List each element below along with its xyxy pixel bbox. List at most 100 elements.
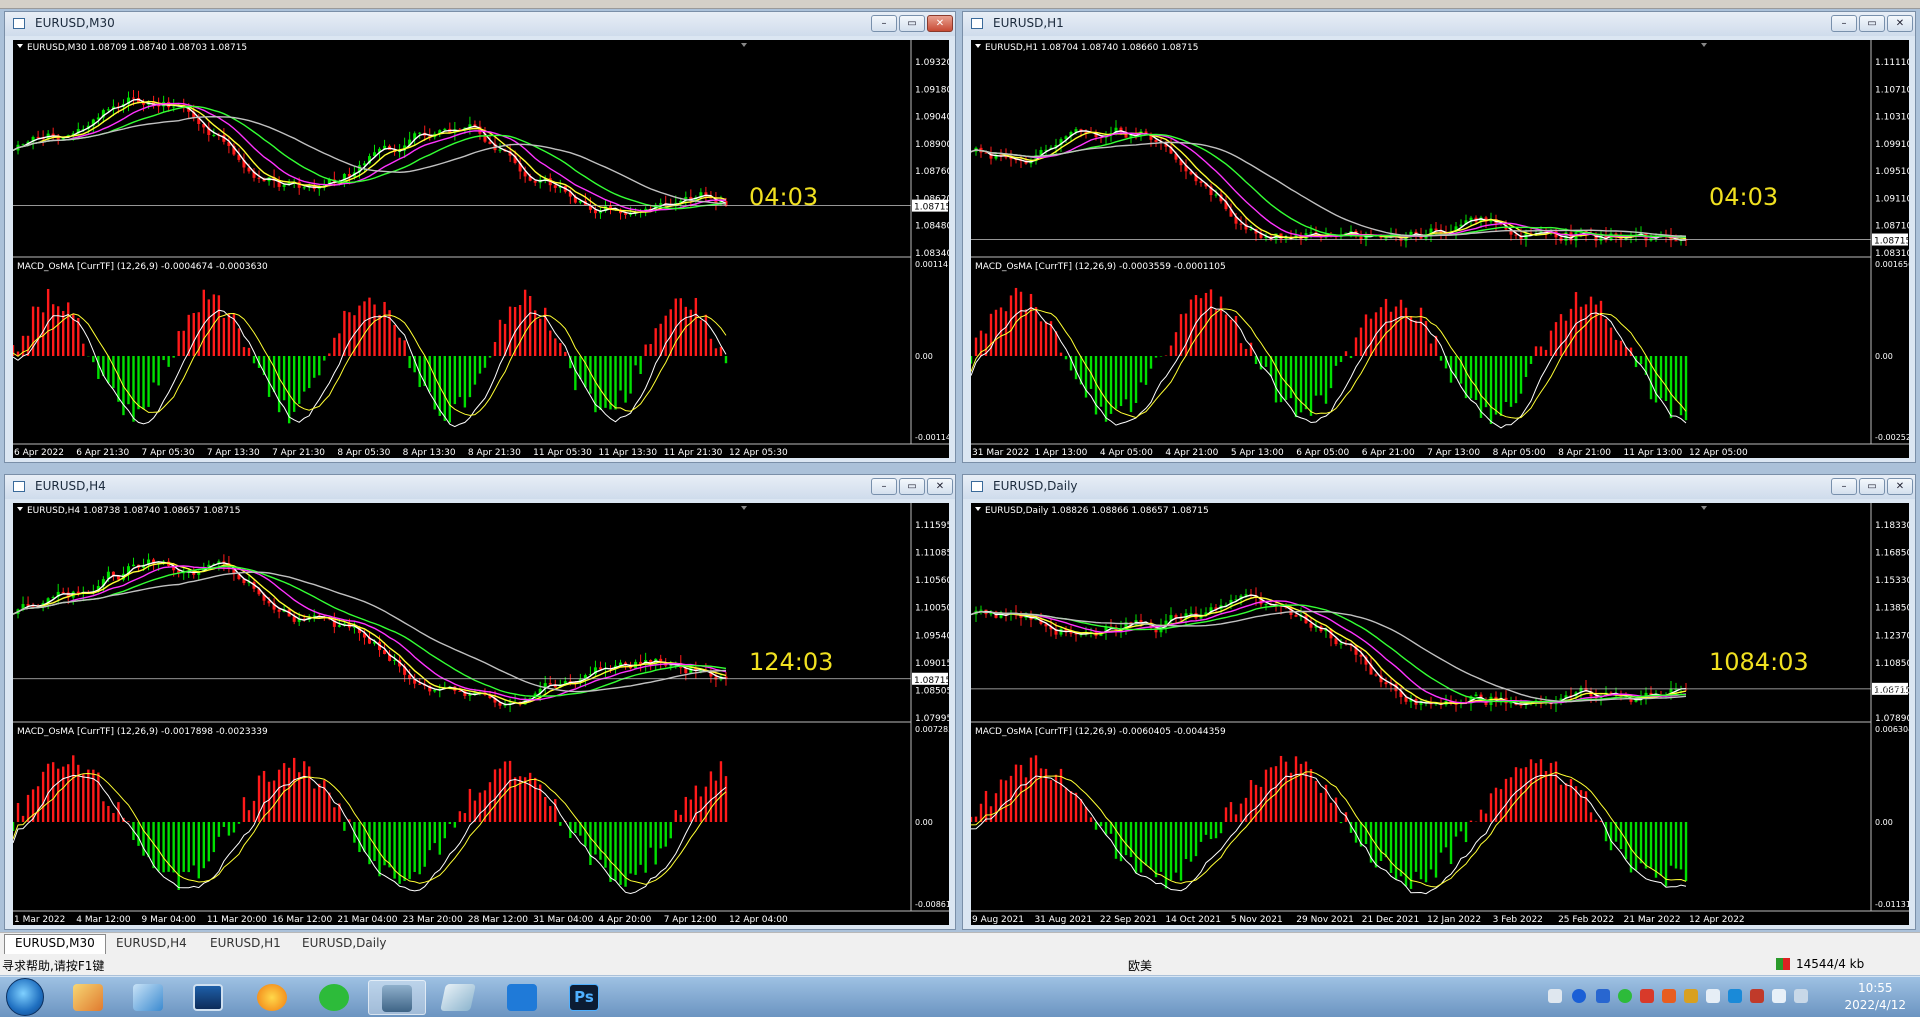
network-app-icon[interactable] (1596, 989, 1610, 1003)
macd-bar (217, 822, 221, 837)
taskbar-desktop-button[interactable] (180, 980, 238, 1015)
network-signal-icon[interactable] (1794, 989, 1808, 1003)
minimize-button[interactable]: – (871, 478, 897, 495)
taskbar-explorer-button[interactable] (120, 980, 178, 1015)
macd-bar (1499, 789, 1503, 822)
macd-bar (56, 306, 60, 356)
macd-bar (1584, 304, 1588, 356)
chart-window-m30[interactable]: EURUSD,M30 – ▭ ✕ 1.08715 EURUSD,M30 1.087… (4, 11, 961, 463)
wechat-tray-icon[interactable] (1618, 989, 1632, 1003)
app-tray-icon[interactable] (1662, 989, 1676, 1003)
taskbar-browser-button[interactable] (244, 980, 302, 1015)
candle-timer: 124:03 (749, 648, 833, 676)
keyboard-icon[interactable] (1548, 989, 1562, 1003)
chart-window-daily[interactable]: EURUSD,Daily – ▭ ✕ 1.08715 EURUSD,Daily 1… (962, 474, 1920, 930)
chart-menu-arrow-icon[interactable] (17, 44, 23, 48)
chart-shift-marker-icon[interactable] (741, 506, 747, 510)
taskbar-mt4-button[interactable] (368, 980, 426, 1015)
macd-bar (629, 356, 632, 394)
window-titlebar[interactable]: EURUSD,Daily – ▭ ✕ (963, 475, 1915, 499)
tab-eurusd-h1[interactable]: EURUSD,H1 (200, 935, 291, 952)
tab-eurusd-m30[interactable]: EURUSD,M30 (4, 934, 106, 954)
macd-bar (287, 767, 291, 822)
macd-bar (709, 338, 713, 356)
price-axis-label: 1.09110 (1875, 194, 1909, 204)
taskbar-notebook-button[interactable] (430, 980, 488, 1015)
candle-timer: 04:03 (1709, 183, 1778, 211)
minimize-button[interactable]: – (871, 15, 897, 32)
minimize-button[interactable]: – (1831, 478, 1857, 495)
taskbar-folder-button[interactable] (60, 980, 118, 1015)
macd-bar (694, 297, 698, 356)
ma-yellow-line (970, 131, 1687, 240)
macd-bar (51, 304, 55, 356)
macd-bar (1144, 822, 1148, 866)
shield-icon[interactable] (1684, 989, 1698, 1003)
chart-canvas[interactable]: 1.08715 EURUSD,H1 1.08704 1.08740 1.08660… (969, 40, 1920, 458)
maximize-button[interactable]: ▭ (1859, 15, 1885, 32)
macd-bar (549, 806, 552, 822)
status-profile[interactable]: 欧美 (1128, 957, 1152, 974)
tab-eurusd-daily[interactable]: EURUSD,Daily (292, 935, 397, 952)
taskbar-photoshop-button[interactable]: Ps (556, 980, 614, 1015)
time-axis-label: 31 Mar 04:00 (533, 915, 593, 925)
speaker-icon[interactable] (1772, 989, 1786, 1003)
taskbar-clock[interactable]: 10:55 2022/4/12 (1844, 980, 1906, 1014)
volume-icon[interactable] (1706, 989, 1720, 1003)
window-titlebar[interactable]: EURUSD,H4 – ▭ ✕ (5, 475, 955, 499)
chart-window-h4[interactable]: EURUSD,H4 – ▭ ✕ 1.08715 EURUSD,H4 1.08738… (4, 474, 958, 930)
taskbar-wechat-button[interactable] (306, 980, 364, 1015)
macd-bar (1244, 348, 1248, 356)
chart-shift-marker-icon[interactable] (1701, 43, 1707, 47)
close-button[interactable]: ✕ (927, 15, 953, 32)
antivirus-icon[interactable] (1640, 989, 1654, 1003)
window-titlebar[interactable]: EURUSD,M30 – ▭ ✕ (5, 12, 955, 36)
help-icon[interactable] (1572, 989, 1586, 1003)
chart-menu-arrow-icon[interactable] (17, 507, 23, 511)
tab-eurusd-h4[interactable]: EURUSD,H4 (106, 935, 197, 952)
chart-shift-marker-icon[interactable] (741, 43, 747, 47)
window-titlebar[interactable]: EURUSD,H1 – ▭ ✕ (963, 12, 1915, 36)
monitor-app-icon[interactable] (1750, 989, 1764, 1003)
chart-canvas[interactable]: 1.08715 EURUSD,M30 1.08709 1.08740 1.0870… (11, 40, 961, 458)
sync-icon[interactable] (1728, 989, 1742, 1003)
candle-body (624, 213, 628, 215)
monitor-icon (193, 984, 223, 1011)
time-axis-label: 6 Apr 05:00 (1296, 448, 1349, 458)
macd-bar (1249, 780, 1253, 822)
close-button[interactable]: ✕ (1887, 478, 1913, 495)
close-button[interactable]: ✕ (1887, 15, 1913, 32)
macd-bar (1654, 822, 1658, 878)
time-axis-label: 1 Mar 2022 (14, 915, 65, 925)
maximize-button[interactable]: ▭ (1859, 478, 1885, 495)
macd-bar (438, 822, 441, 855)
close-button[interactable]: ✕ (927, 478, 953, 495)
minimize-button[interactable]: – (1831, 15, 1857, 32)
time-axis-label: 8 Apr 05:30 (337, 448, 390, 458)
macd-bar (252, 800, 256, 822)
macd-bar (1184, 822, 1188, 860)
macd-line (970, 773, 1687, 895)
chart-canvas[interactable]: 1.08715 EURUSD,Daily 1.08826 1.08866 1.08… (969, 503, 1920, 925)
maximize-button[interactable]: ▭ (899, 478, 925, 495)
macd-bar (162, 822, 165, 873)
taskbar-pen-button[interactable] (494, 980, 552, 1015)
macd-bar (1454, 822, 1458, 837)
macd-bar (1404, 307, 1408, 356)
macd-bar (644, 344, 647, 356)
macd-bar (634, 356, 637, 366)
chart-menu-arrow-icon[interactable] (975, 44, 981, 48)
start-orb-icon[interactable] (6, 978, 44, 1016)
chart-menu-arrow-icon[interactable] (975, 507, 981, 511)
macd-bar (1414, 822, 1418, 872)
macd-bar (1134, 356, 1138, 403)
chart-shift-marker-icon[interactable] (1701, 506, 1707, 510)
macd-bar (1379, 307, 1383, 356)
candle-body (1474, 694, 1478, 697)
chart-window-h1[interactable]: EURUSD,H1 – ▭ ✕ 1.08715 EURUSD,H1 1.08704… (962, 11, 1920, 463)
macd-bar (1204, 822, 1208, 835)
chart-canvas[interactable]: 1.08715 EURUSD,H4 1.08738 1.08740 1.08657… (11, 503, 958, 925)
macd-bar (292, 757, 296, 822)
candle-body (1384, 237, 1388, 239)
maximize-button[interactable]: ▭ (899, 15, 925, 32)
